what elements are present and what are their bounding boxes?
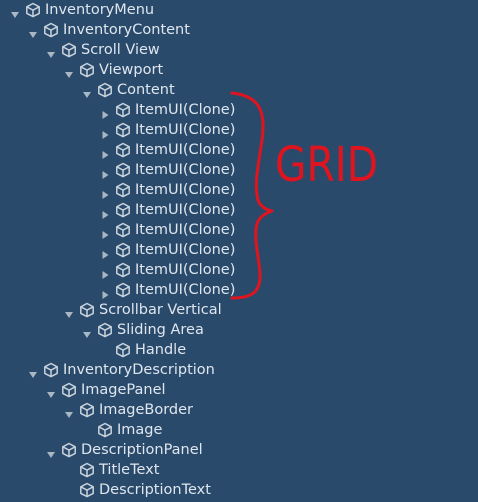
hierarchy-row[interactable]: ItemUI(Clone): [0, 220, 478, 240]
hierarchy-row[interactable]: ItemUI(Clone): [0, 180, 478, 200]
hierarchy-row[interactable]: ItemUI(Clone): [0, 240, 478, 260]
expand-arrow-icon[interactable]: [46, 45, 56, 58]
hierarchy-item-label: DescriptionPanel: [81, 442, 203, 458]
hierarchy-item-label: Scrollbar Vertical: [99, 302, 222, 318]
hierarchy-item-label: Scroll View: [81, 42, 160, 58]
hierarchy-item-label: Handle: [135, 342, 187, 358]
hierarchy-row[interactable]: ImagePanel: [0, 380, 478, 400]
hierarchy-item-label: TitleText: [99, 462, 160, 478]
gameobject-cube-icon: [115, 162, 131, 178]
gameobject-cube-icon: [115, 142, 131, 158]
expand-arrow-icon[interactable]: [82, 325, 92, 338]
hierarchy-item-label: InventoryContent: [63, 22, 190, 38]
hierarchy-item-label: Content: [117, 82, 175, 98]
hierarchy-item-label: ItemUI(Clone): [135, 162, 236, 178]
hierarchy-row[interactable]: InventoryMenu: [0, 0, 478, 20]
hierarchy-row[interactable]: Handle: [0, 340, 478, 360]
collapse-arrow-icon[interactable]: [100, 205, 110, 219]
gameobject-cube-icon: [61, 382, 77, 398]
collapse-arrow-icon[interactable]: [100, 105, 110, 119]
expand-arrow-icon[interactable]: [64, 405, 74, 418]
hierarchy-item-label: ItemUI(Clone): [135, 122, 236, 138]
hierarchy-item-label: ItemUI(Clone): [135, 242, 236, 258]
gameobject-cube-icon: [115, 222, 131, 238]
expand-arrow-icon[interactable]: [46, 445, 56, 458]
hierarchy-row[interactable]: ItemUI(Clone): [0, 100, 478, 120]
hierarchy-row[interactable]: InventoryContent: [0, 20, 478, 40]
gameobject-cube-icon: [79, 62, 95, 78]
hierarchy-item-label: InventoryMenu: [45, 2, 155, 18]
gameobject-cube-icon: [115, 182, 131, 198]
hierarchy-row[interactable]: Image: [0, 420, 478, 440]
collapse-arrow-icon[interactable]: [100, 185, 110, 199]
hierarchy-item-label: Viewport: [99, 62, 164, 78]
hierarchy-row[interactable]: Viewport: [0, 60, 478, 80]
hierarchy-row[interactable]: ItemUI(Clone): [0, 260, 478, 280]
hierarchy-row[interactable]: ItemUI(Clone): [0, 160, 478, 180]
expand-arrow-icon[interactable]: [82, 85, 92, 98]
gameobject-cube-icon: [61, 442, 77, 458]
gameobject-cube-icon: [79, 462, 95, 478]
gameobject-cube-icon: [79, 402, 95, 418]
hierarchy-row[interactable]: TitleText: [0, 460, 478, 480]
expand-arrow-icon[interactable]: [64, 305, 74, 318]
gameobject-cube-icon: [115, 282, 131, 298]
expand-arrow-icon[interactable]: [64, 65, 74, 78]
gameobject-cube-icon: [97, 422, 113, 438]
expand-arrow-icon[interactable]: [28, 365, 38, 378]
gameobject-cube-icon: [115, 342, 131, 358]
hierarchy-item-label: Image: [117, 422, 163, 438]
gameobject-cube-icon: [115, 262, 131, 278]
gameobject-cube-icon: [61, 42, 77, 58]
hierarchy-row[interactable]: Content: [0, 80, 478, 100]
collapse-arrow-icon[interactable]: [100, 245, 110, 259]
gameobject-cube-icon: [79, 482, 95, 498]
hierarchy-item-label: ItemUI(Clone): [135, 102, 236, 118]
hierarchy-item-label: ItemUI(Clone): [135, 202, 236, 218]
hierarchy-panel: InventoryMenu InventoryContent Scroll View…: [0, 0, 478, 498]
gameobject-cube-icon: [79, 302, 95, 318]
hierarchy-item-label: ItemUI(Clone): [135, 222, 236, 238]
collapse-arrow-icon[interactable]: [100, 125, 110, 139]
hierarchy-item-label: Sliding Area: [117, 322, 204, 338]
gameobject-cube-icon: [43, 362, 59, 378]
hierarchy-item-label: ImagePanel: [81, 382, 166, 398]
expand-arrow-icon[interactable]: [10, 5, 20, 18]
hierarchy-row[interactable]: ItemUI(Clone): [0, 280, 478, 300]
gameobject-cube-icon: [115, 202, 131, 218]
collapse-arrow-icon[interactable]: [100, 165, 110, 179]
hierarchy-item-label: ItemUI(Clone): [135, 282, 236, 298]
gameobject-cube-icon: [25, 2, 41, 18]
hierarchy-row[interactable]: ItemUI(Clone): [0, 200, 478, 220]
gameobject-cube-icon: [97, 82, 113, 98]
hierarchy-row[interactable]: ImageBorder: [0, 400, 478, 420]
gameobject-cube-icon: [115, 102, 131, 118]
hierarchy-row[interactable]: DescriptionPanel: [0, 440, 478, 460]
collapse-arrow-icon[interactable]: [100, 285, 110, 299]
collapse-arrow-icon[interactable]: [100, 145, 110, 159]
gameobject-cube-icon: [43, 22, 59, 38]
collapse-arrow-icon[interactable]: [100, 225, 110, 239]
hierarchy-row[interactable]: ItemUI(Clone): [0, 120, 478, 140]
gameobject-cube-icon: [115, 122, 131, 138]
hierarchy-row[interactable]: Scrollbar Vertical: [0, 300, 478, 320]
hierarchy-row[interactable]: DescriptionText: [0, 480, 478, 500]
gameobject-cube-icon: [115, 242, 131, 258]
hierarchy-item-label: ItemUI(Clone): [135, 182, 236, 198]
hierarchy-item-label: DescriptionText: [99, 482, 211, 498]
hierarchy-row[interactable]: InventoryDescription: [0, 360, 478, 380]
hierarchy-item-label: ImageBorder: [99, 402, 194, 418]
hierarchy-item-label: ItemUI(Clone): [135, 142, 236, 158]
hierarchy-row[interactable]: Sliding Area: [0, 320, 478, 340]
expand-arrow-icon[interactable]: [46, 385, 56, 398]
hierarchy-item-label: InventoryDescription: [63, 362, 215, 378]
hierarchy-row[interactable]: ItemUI(Clone): [0, 140, 478, 160]
gameobject-cube-icon: [97, 322, 113, 338]
hierarchy-row[interactable]: Scroll View: [0, 40, 478, 60]
expand-arrow-icon[interactable]: [28, 25, 38, 38]
collapse-arrow-icon[interactable]: [100, 265, 110, 279]
hierarchy-item-label: ItemUI(Clone): [135, 262, 236, 278]
